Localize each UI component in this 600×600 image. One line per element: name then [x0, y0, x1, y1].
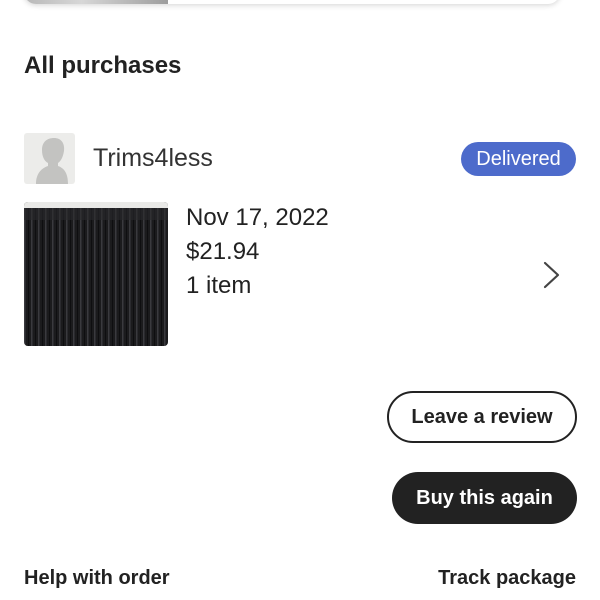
product-photo — [24, 202, 168, 346]
person-silhouette-icon — [36, 138, 68, 184]
previous-order-thumbnail — [24, 0, 168, 4]
shop-avatar[interactable] — [24, 133, 75, 184]
previous-order-card[interactable] — [24, 0, 560, 4]
section-title: All purchases — [24, 52, 182, 79]
help-with-order-link[interactable]: Help with order — [24, 567, 170, 590]
track-package-link[interactable]: Track package — [438, 567, 576, 590]
leave-review-button[interactable]: Leave a review — [387, 391, 577, 443]
order-item-count: 1 item — [186, 272, 252, 299]
product-image[interactable] — [24, 202, 168, 346]
status-badge: Delivered — [461, 142, 576, 176]
chevron-right-icon[interactable] — [538, 260, 566, 290]
order-price: $21.94 — [186, 238, 260, 265]
buy-again-button[interactable]: Buy this again — [392, 472, 577, 524]
purchases-page: All purchases Trims4less Delivered Nov 1… — [0, 0, 600, 600]
order-summary[interactable]: Nov 17, 2022 $21.94 1 item — [186, 201, 329, 303]
shop-name[interactable]: Trims4less — [93, 144, 213, 173]
order-date: Nov 17, 2022 — [186, 204, 329, 231]
